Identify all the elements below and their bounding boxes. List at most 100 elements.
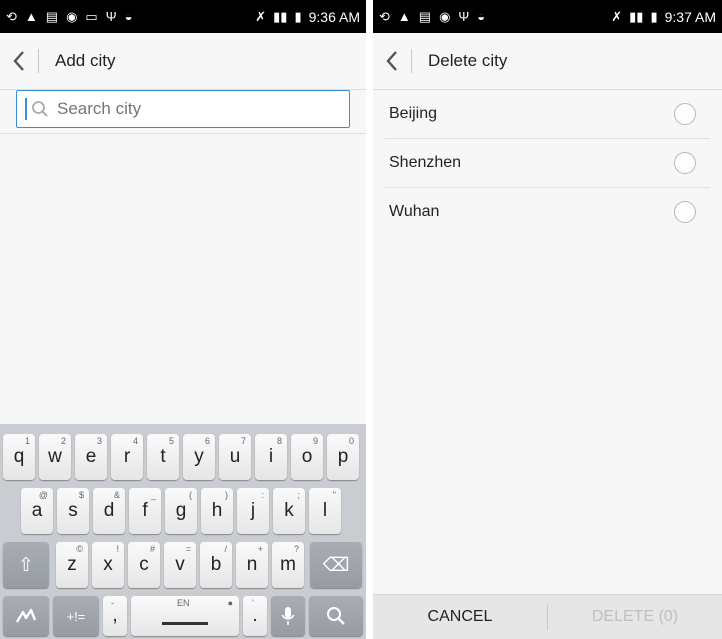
key-p[interactable]: 0p [327,434,359,480]
key-i[interactable]: 8i [255,434,287,480]
key-label: d [103,500,115,521]
sync-icon: ⟲ [379,9,390,24]
android-icon: ◒ [477,9,486,24]
key-label: n [246,554,258,575]
key-hint: ! [116,544,119,554]
key-o[interactable]: 9o [291,434,323,480]
city-list: Beijing Shenzhen Wuhan [373,90,722,236]
sync-icon: ⟲ [6,9,17,24]
key-label: f [142,500,148,521]
select-radio[interactable] [674,152,696,174]
city-name: Beijing [389,105,438,122]
usb-icon: Ψ [105,9,117,24]
key-hint: = [185,544,191,554]
list-item[interactable]: Shenzhen [385,139,710,188]
delete-button[interactable]: DELETE (0) [548,608,722,626]
comma-key[interactable]: - , [103,596,127,636]
back-button[interactable] [0,33,38,89]
key-x[interactable]: ! x [92,542,124,588]
key-label: t [160,446,166,467]
handwriting-icon [15,608,37,623]
browser-icon: ◉ [66,9,78,24]
mute-icon: ✗ [255,9,267,24]
key-hint: @ [38,490,48,500]
key-u[interactable]: 7u [219,434,251,480]
search-input[interactable] [55,98,349,120]
key-r[interactable]: 4r [111,434,143,480]
key-label: u [229,446,241,467]
key-a[interactable]: @ a [21,488,53,534]
key-label: g [175,500,187,521]
key-label: r [123,446,131,467]
key-e[interactable]: 3e [75,434,107,480]
key-hint: 4 [132,436,138,446]
key-hint: © [76,544,83,554]
keyboard-icon: ▭ [85,9,98,24]
key-y[interactable]: 6y [183,434,215,480]
key-hint: : [261,490,264,500]
key-v[interactable]: = v [164,542,196,588]
key-hint: + [257,544,263,554]
page-title: Delete city [428,51,508,70]
key-z[interactable]: © z [56,542,88,588]
select-radio[interactable] [674,201,696,223]
key-l[interactable]: " l [309,488,341,534]
key-hint: 9 [312,436,318,446]
key-hint: # [149,544,155,554]
shift-key[interactable]: ⇧ [3,542,49,588]
period-key[interactable]: ' . [243,596,267,636]
back-button[interactable] [373,33,411,89]
key-label: o [301,446,313,467]
voice-key[interactable] [271,596,305,636]
title-bar: Add city [0,33,366,90]
key-hint: 5 [168,436,174,446]
key-label: b [210,554,222,575]
select-radio[interactable] [674,103,696,125]
warning-icon: ▲ [24,9,38,24]
space-key[interactable]: EN ● [131,596,239,636]
key-j[interactable]: :j [237,488,269,534]
key-q[interactable]: 1q [3,434,35,480]
android-icon: ◒ [124,9,133,24]
city-name: Shenzhen [389,154,462,171]
memo-icon: ▤ [45,9,59,24]
signal-icon: ▮▮ [629,9,644,24]
search-key[interactable] [309,596,363,636]
search-box[interactable] [16,90,350,128]
key-hint: / [224,544,227,554]
list-item[interactable]: Wuhan [385,188,710,236]
key-c[interactable]: # c [128,542,160,588]
keyboard-row: @ a $ s & d _ f(g) h: j; k " l [0,488,366,538]
key-hint: ? [293,544,299,554]
key-m[interactable]: ? m [272,542,304,588]
add-city-screen: ⟲ ▲ ▤ ◉ ▭ Ψ ◒ ✗ ▮▮ ▮ 9:36 AM Add city Se… [0,0,366,639]
title-bar: Delete city [373,33,722,90]
list-item[interactable]: Beijing [385,90,710,139]
key-h[interactable]: ) h [201,488,233,534]
cancel-button[interactable]: CANCEL [373,608,547,626]
key-hint: - [111,598,114,608]
key-label: k [284,500,294,521]
browser-icon: ◉ [439,9,451,24]
key-f[interactable]: _ f [129,488,161,534]
key-d[interactable]: & d [93,488,125,534]
key-hint: ( [189,490,192,500]
key-w[interactable]: 2w [39,434,71,480]
globe-icon: ● [227,598,233,608]
key-g[interactable]: (g [165,488,197,534]
key-s[interactable]: $ s [57,488,89,534]
backspace-key[interactable]: ⌫ [310,542,362,588]
key-t[interactable]: 5t [147,434,179,480]
search-area [0,90,366,128]
key-b[interactable]: / b [200,542,232,588]
handwriting-key[interactable] [3,596,49,636]
symbols-key[interactable]: +!= [53,596,99,636]
key-hint: 0 [348,436,354,446]
key-label: i [268,446,274,467]
warning-icon: ▲ [397,9,411,24]
key-label: z [67,554,77,575]
city-name: Wuhan [389,203,440,220]
key-k[interactable]: ; k [273,488,305,534]
divider [411,49,412,73]
key-n[interactable]: + n [236,542,268,588]
